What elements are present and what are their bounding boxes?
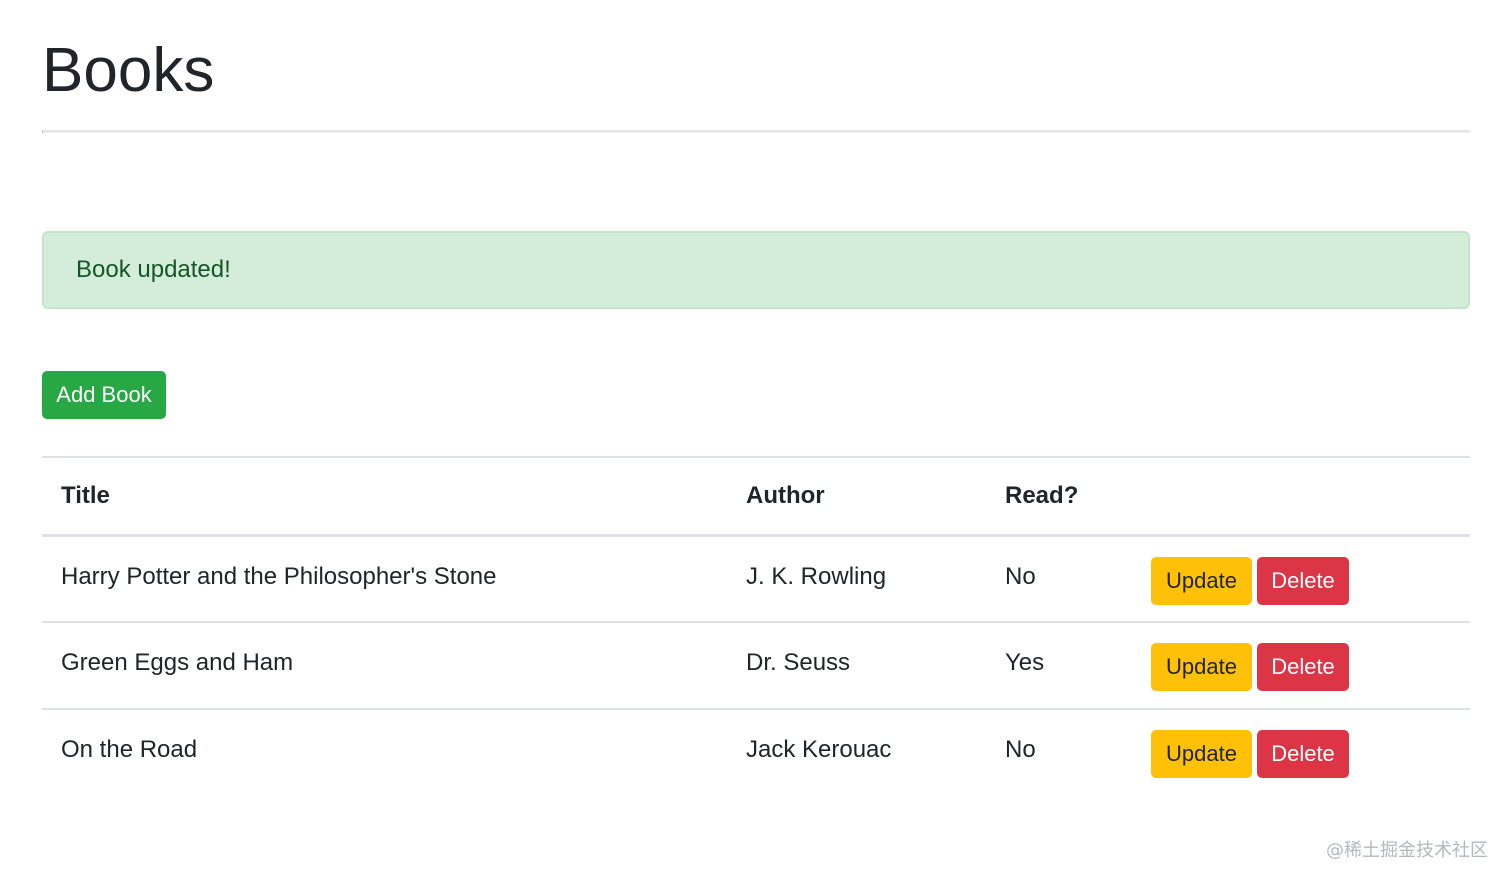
table-header-row: Title Author Read?: [42, 457, 1470, 537]
table-row: Green Eggs and Ham Dr. Seuss Yes Update D…: [42, 622, 1470, 710]
table-row: Harry Potter and the Philosopher's Stone…: [42, 535, 1470, 623]
cell-title: Green Eggs and Ham: [42, 622, 727, 710]
cell-read: No: [986, 535, 1139, 623]
cell-author: J. K. Rowling: [727, 535, 986, 623]
cell-actions: Update Delete: [1139, 535, 1470, 623]
cell-title: Harry Potter and the Philosopher's Stone: [42, 535, 727, 623]
column-header-actions: [1139, 457, 1470, 537]
books-table: Title Author Read? Harry Potter and the …: [42, 456, 1470, 796]
cell-author: Dr. Seuss: [727, 622, 986, 710]
table-header: Title Author Read?: [42, 457, 1470, 537]
cell-read: No: [1005, 736, 1036, 763]
delete-button[interactable]: Delete: [1257, 643, 1349, 691]
table-body: Harry Potter and the Philosopher's Stone…: [42, 535, 1470, 796]
cell-author: Jack Kerouac: [746, 736, 892, 763]
watermark: @稀土掘金技术社区: [1326, 840, 1488, 861]
cell-actions: Update Delete: [1139, 709, 1470, 796]
update-button[interactable]: Update: [1151, 730, 1252, 778]
title-divider: [42, 130, 1470, 133]
column-header-author: Author: [727, 457, 986, 537]
column-header-read: Read?: [986, 457, 1139, 537]
update-button[interactable]: Update: [1151, 556, 1252, 605]
cell-read: Yes: [986, 622, 1139, 710]
table-row: On the Road Jack Kerouac No Update Delete: [42, 709, 1470, 796]
update-button[interactable]: Update: [1151, 643, 1252, 691]
add-book-button[interactable]: Add Book: [42, 371, 166, 419]
alert-message: Book updated!: [76, 256, 231, 283]
success-alert: Book updated!: [42, 231, 1470, 309]
page-title: Books: [42, 36, 215, 105]
cell-actions: Update Delete: [1139, 622, 1470, 710]
delete-button[interactable]: Delete: [1257, 730, 1349, 778]
delete-button[interactable]: Delete: [1257, 556, 1349, 605]
cell-title: On the Road: [61, 736, 198, 763]
column-header-title: Title: [42, 457, 727, 537]
